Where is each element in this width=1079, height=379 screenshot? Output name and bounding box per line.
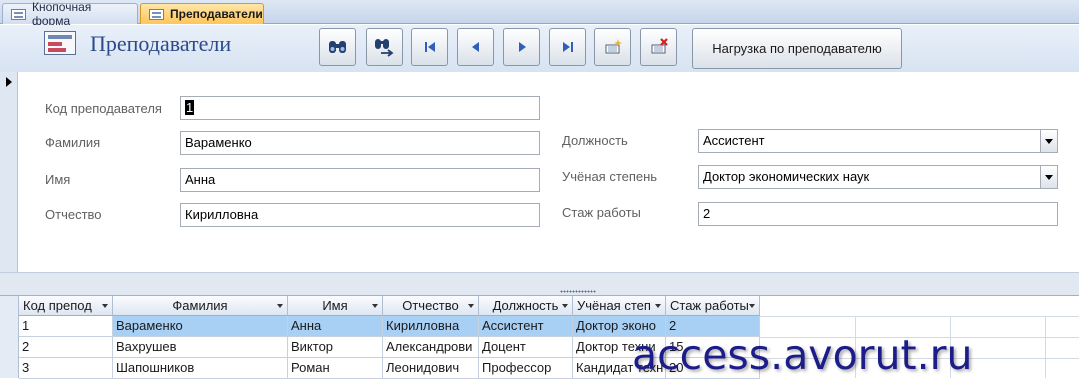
new-record-button[interactable] (594, 28, 631, 66)
degree-dropdown-button[interactable] (1040, 166, 1057, 188)
position-value: Ассистент (703, 133, 765, 148)
filter-dropdown-icon[interactable] (372, 304, 378, 308)
column-header-label: Отчество (402, 298, 459, 313)
site-watermark: access.avorut.ru (632, 331, 973, 379)
table-cell[interactable]: Вахрушев (113, 337, 288, 358)
detail-section: Код преподавателя 1 Фамилия Вараменко Им… (19, 72, 1079, 272)
previous-record-button[interactable] (457, 28, 494, 66)
delete-record-icon (651, 38, 668, 54)
degree-label: Учёная степень (562, 169, 658, 184)
patronymic-label: Отчество (45, 207, 102, 222)
find-icon (328, 41, 346, 53)
table-cell[interactable]: 1 (19, 316, 113, 337)
column-header-name[interactable]: Имя (288, 296, 383, 316)
row-selector-column[interactable] (0, 296, 19, 378)
experience-label: Стаж работы (562, 205, 641, 220)
table-cell[interactable]: Леонидович (383, 358, 479, 379)
splitter-grip-icon[interactable] (560, 290, 596, 293)
last-record-icon (562, 42, 573, 52)
table-cell[interactable]: Профессор (479, 358, 573, 379)
document-tab-bar: Кнопочная форма Преподаватели (0, 0, 1079, 28)
table-cell[interactable]: Вараменко (113, 316, 288, 337)
filter-dropdown-icon[interactable] (562, 304, 568, 308)
column-header-label: Имя (322, 298, 348, 313)
grid-line (760, 316, 1079, 317)
patronymic-field[interactable]: Кирилловна (180, 203, 540, 227)
grid-line (1045, 316, 1046, 378)
column-header-degree[interactable]: Учёная степ (573, 296, 666, 316)
filter-dropdown-icon[interactable] (102, 304, 108, 308)
delete-record-button[interactable] (640, 28, 677, 66)
table-cell[interactable]: 3 (19, 358, 113, 379)
experience-field[interactable]: 2 (698, 202, 1058, 226)
table-cell[interactable]: Доцент (479, 337, 573, 358)
column-header-label: Фамилия (172, 298, 228, 313)
position-label: Должность (562, 133, 628, 148)
column-header-patronymic[interactable]: Отчество (383, 296, 479, 316)
position-dropdown-button[interactable] (1040, 130, 1057, 152)
tab-switchboard[interactable]: Кнопочная форма (2, 0, 138, 28)
table-cell[interactable]: Александрови (383, 337, 479, 358)
teacher-load-button[interactable]: Нагрузка по преподавателю (692, 28, 902, 69)
table-cell[interactable]: Виктор (288, 337, 383, 358)
table-cell[interactable]: Анна (288, 316, 383, 337)
column-header-id[interactable]: Код препод (19, 296, 113, 316)
tab-label: Преподаватели (170, 7, 263, 21)
form-icon (11, 8, 26, 20)
next-record-icon (518, 42, 526, 52)
id-value: 1 (185, 100, 195, 115)
table-cell[interactable]: Ассистент (479, 316, 573, 337)
table-cell[interactable]: 2 (19, 337, 113, 358)
surname-field[interactable]: Вараменко (180, 131, 540, 155)
id-field[interactable]: 1 (180, 96, 540, 120)
filter-dropdown-icon[interactable] (749, 304, 755, 308)
tab-label: Кнопочная форма (32, 0, 92, 28)
first-record-icon (424, 42, 435, 52)
degree-value: Доктор экономических наук (703, 169, 870, 184)
first-record-button[interactable] (411, 28, 448, 66)
form-header: Преподаватели Нагрузка по преподавателю (0, 25, 1079, 72)
filter-dropdown-icon[interactable] (655, 304, 661, 308)
split-form-divider[interactable] (0, 272, 1079, 296)
column-header-label: Стаж работы (670, 298, 749, 313)
form-logo-icon (44, 31, 76, 55)
find-button[interactable] (319, 28, 356, 66)
column-header-position[interactable]: Должность (479, 296, 573, 316)
surname-label: Фамилия (45, 135, 101, 150)
previous-record-icon (471, 42, 479, 52)
position-combo[interactable]: Ассистент (698, 129, 1058, 153)
next-record-button[interactable] (503, 28, 540, 66)
column-header-label: Должность (492, 298, 559, 313)
column-header-label: Код препод (23, 298, 92, 313)
last-record-button[interactable] (549, 28, 586, 66)
name-field[interactable]: Анна (180, 168, 540, 192)
find-next-icon (374, 39, 393, 57)
form-icon (149, 8, 164, 20)
name-label: Имя (45, 172, 71, 187)
new-record-icon (605, 39, 622, 54)
record-selector[interactable] (0, 72, 18, 272)
find-next-button[interactable] (366, 28, 403, 66)
filter-dropdown-icon[interactable] (277, 304, 283, 308)
column-header-label: Учёная степ (577, 298, 651, 313)
current-record-icon (6, 77, 12, 87)
degree-combo[interactable]: Доктор экономических наук (698, 165, 1058, 189)
table-cell[interactable]: Шапошников (113, 358, 288, 379)
form-title: Преподаватели (90, 31, 232, 56)
table-cell[interactable]: Роман (288, 358, 383, 379)
tab-teachers[interactable]: Преподаватели (140, 3, 264, 24)
column-header-surname[interactable]: Фамилия (113, 296, 288, 316)
filter-dropdown-icon[interactable] (468, 304, 474, 308)
id-label: Код преподавателя (45, 101, 162, 116)
table-cell[interactable]: Кирилловна (383, 316, 479, 337)
column-header-experience[interactable]: Стаж работы (666, 296, 760, 316)
